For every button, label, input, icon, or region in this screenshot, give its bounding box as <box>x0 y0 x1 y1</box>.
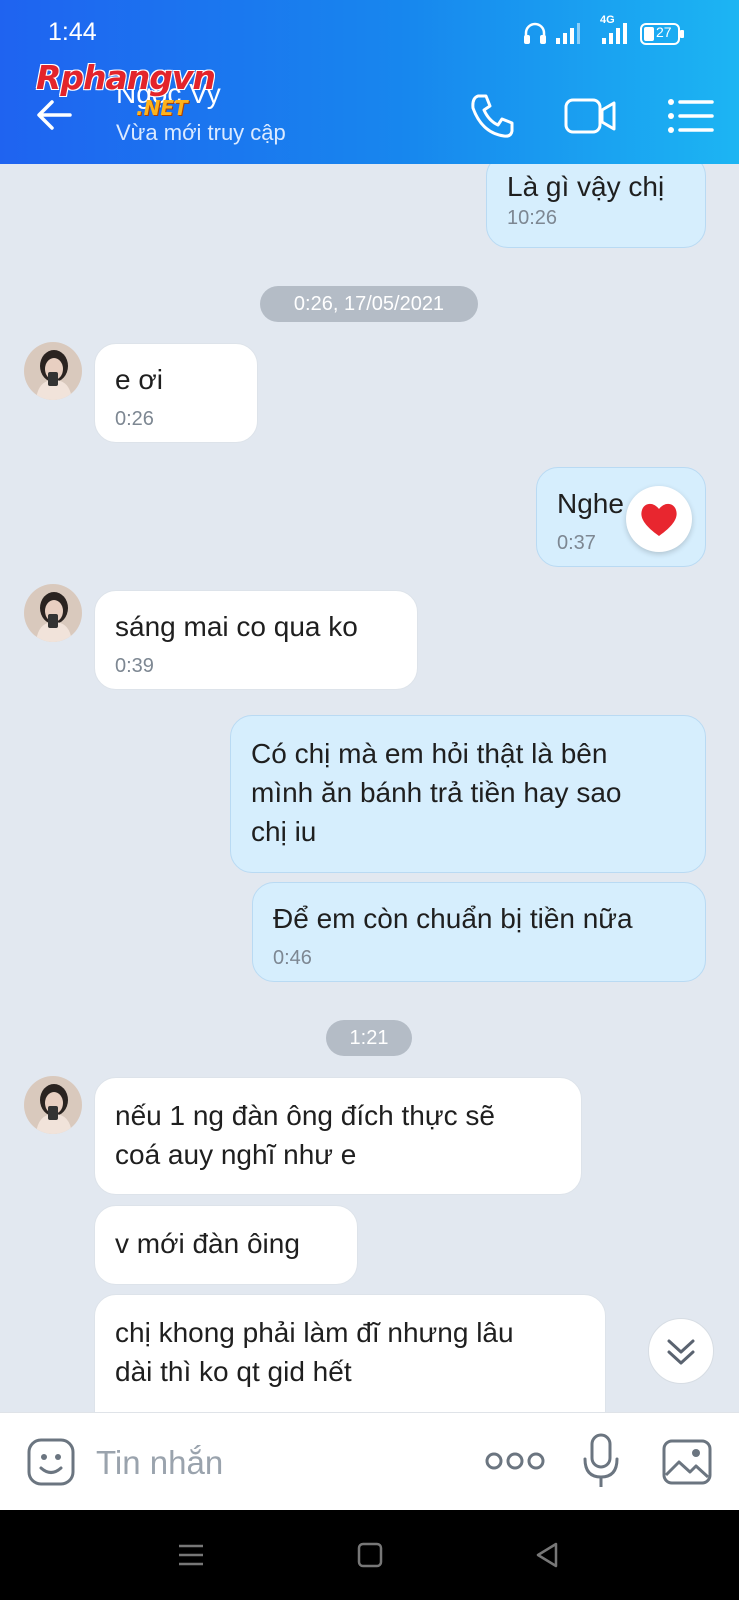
signal-icon <box>556 23 580 44</box>
message-line: mình ăn bánh trả tiền hay sao <box>251 777 622 808</box>
chat-area: Là gì vậy chị 10:26 0:26, 17/05/2021 e ơ… <box>0 164 739 1412</box>
message-text: Để em còn chuẩn bị tiền nữa <box>273 903 633 934</box>
message-text: Là gì vậy chị <box>507 171 665 202</box>
message-time: 10:26 <box>507 207 558 229</box>
message-line: Có chị mà em hỏi thật là bên <box>251 738 608 769</box>
battery-level: 27 <box>656 24 672 40</box>
message-time: 0:39 <box>115 655 154 677</box>
phone-call-icon[interactable] <box>464 88 520 144</box>
header-bar: 1:44 4G 27 Ngọc Vy Vừa mới truy cập Rpha… <box>0 0 739 164</box>
date-separator: 0:26, 17/05/2021 <box>260 286 478 322</box>
scroll-to-bottom-button[interactable] <box>648 1318 714 1384</box>
recent-apps-icon[interactable] <box>176 1540 206 1570</box>
watermark-text: Rphangvn <box>36 58 216 97</box>
message-text: e ơi <box>115 364 163 395</box>
message-text: sáng mai co qua ko <box>115 611 358 642</box>
message-bubble-received[interactable]: e ơi 0:26 <box>94 343 258 443</box>
image-gallery-icon[interactable] <box>660 1435 714 1489</box>
double-chevron-down-icon <box>667 1339 695 1365</box>
message-line: chị khong phải làm đĩ nhưng lâu <box>115 1317 514 1348</box>
avatar[interactable] <box>24 584 82 642</box>
status-time: 1:44 <box>48 18 97 46</box>
time-separator: 1:21 <box>326 1020 412 1056</box>
back-nav-icon[interactable] <box>532 1540 562 1570</box>
avatar[interactable] <box>24 1076 82 1134</box>
contact-status: Vừa mới truy cập <box>116 120 286 145</box>
message-line: coá auy nghĩ như e <box>115 1139 357 1170</box>
menu-list-icon[interactable] <box>662 88 718 144</box>
message-bubble-sent[interactable]: Để em còn chuẩn bị tiền nữa 0:46 <box>252 882 706 982</box>
message-time: 0:37 <box>557 532 596 554</box>
message-bubble-sent[interactable]: Là gì vậy chị 10:26 <box>486 164 706 248</box>
composer-bar <box>0 1412 739 1511</box>
message-bubble-received[interactable]: chị khong phải làm đĩ nhưng lâu dài thì … <box>94 1294 606 1412</box>
message-time: 0:26 <box>115 408 154 430</box>
home-icon[interactable] <box>356 1540 384 1570</box>
watermark-logo: Rphangvn .NET <box>36 58 216 120</box>
avatar-photo-icon <box>24 584 82 642</box>
message-line: nếu 1 ng đàn ông đích thực sẽ <box>115 1100 495 1131</box>
video-call-icon[interactable] <box>562 88 618 144</box>
sticker-emoji-icon[interactable] <box>24 1435 78 1489</box>
message-bubble-sent[interactable]: Có chị mà em hỏi thật là bên mình ăn bán… <box>230 715 706 873</box>
headphones-icon <box>524 22 546 44</box>
message-line: dài thì ko qt gid hết <box>115 1356 352 1387</box>
message-time: 0:46 <box>273 947 312 969</box>
back-arrow-icon[interactable] <box>30 90 80 140</box>
heart-icon <box>641 503 677 536</box>
system-navigation-bar <box>0 1510 739 1600</box>
avatar-photo-icon <box>24 1076 82 1134</box>
microphone-icon[interactable] <box>578 1431 624 1493</box>
message-input[interactable] <box>94 1435 458 1491</box>
heart-reaction[interactable] <box>626 486 692 552</box>
message-bubble-received[interactable]: v mới đàn ôing <box>94 1205 358 1285</box>
message-line: chị iu <box>251 816 317 847</box>
message-text: v mới đàn ôing <box>115 1228 300 1259</box>
avatar-photo-icon <box>24 342 82 400</box>
message-bubble-received[interactable]: nếu 1 ng đàn ông đích thực sẽ coá auy ng… <box>94 1077 582 1195</box>
network-type: 4G <box>600 14 615 26</box>
message-bubble-received[interactable]: sáng mai co qua ko 0:39 <box>94 590 418 690</box>
more-options-icon[interactable] <box>484 1443 546 1479</box>
watermark-suffix: .NET <box>136 96 188 120</box>
avatar[interactable] <box>24 342 82 400</box>
